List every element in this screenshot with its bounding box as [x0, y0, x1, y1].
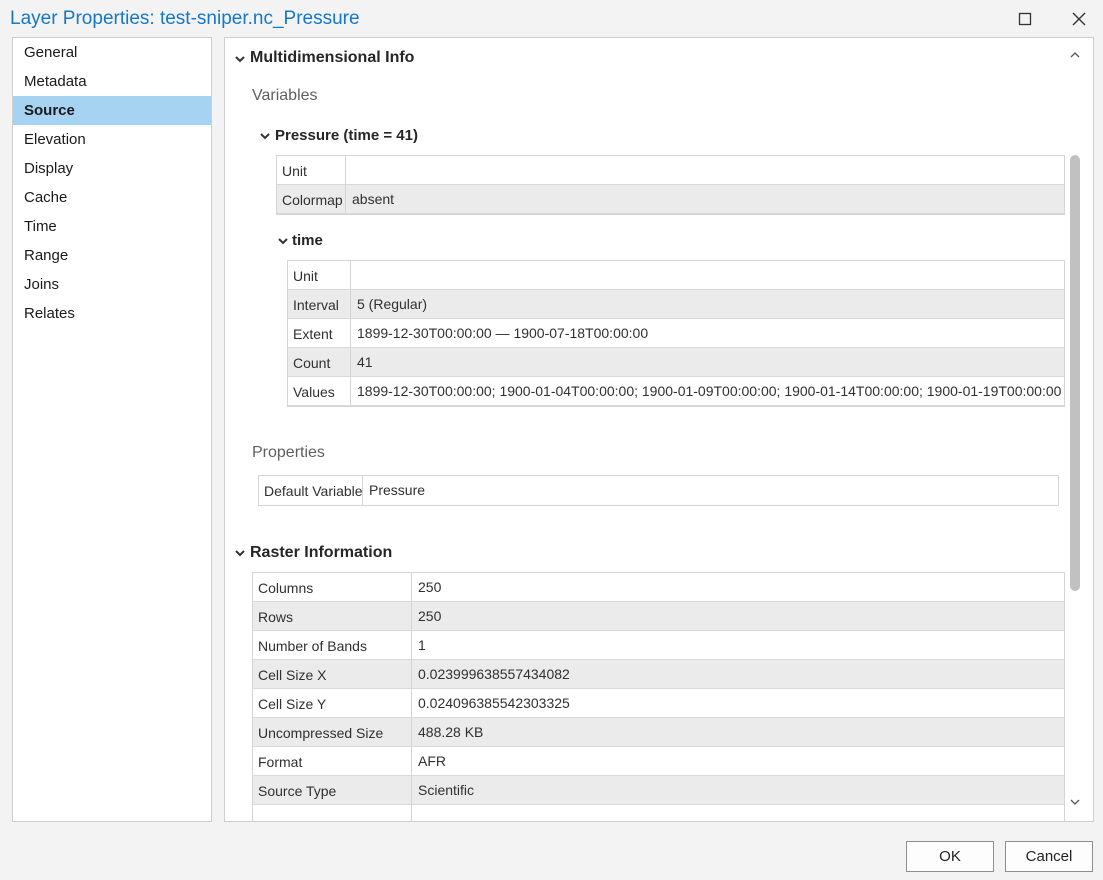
property-value — [346, 156, 1064, 184]
content-panel: Multidimensional Info Variables Pressure… — [224, 37, 1094, 822]
nav-panel: General Metadata Source Elevation Displa… — [12, 37, 212, 822]
maximize-icon — [1018, 12, 1032, 26]
table-row: Default Variable Pressure — [259, 476, 1058, 506]
title-bar: Layer Properties: test-sniper.nc_Pressur… — [0, 0, 1103, 38]
cancel-button[interactable]: Cancel — [1005, 841, 1093, 872]
nav-item-range[interactable]: Range — [13, 241, 211, 270]
property-value: 250 — [418, 608, 442, 624]
property-key: Uncompressed Size — [253, 718, 412, 746]
ok-button[interactable]: OK — [906, 841, 994, 872]
property-value: absent — [352, 191, 395, 207]
chevron-down-icon[interactable] — [259, 131, 271, 141]
property-value: 488.28 KB — [418, 724, 484, 740]
property-key: Unit — [277, 156, 346, 184]
table-row: Source Type Scientific — [253, 776, 1064, 805]
property-value — [351, 261, 1064, 289]
scroll-thumb[interactable] — [1070, 155, 1080, 591]
content-scrollbar[interactable] — [1066, 44, 1084, 816]
properties-table: Default Variable Pressure — [258, 475, 1059, 506]
table-row: Uncompressed Size 488.28 KB — [253, 718, 1064, 747]
property-key: Columns — [253, 573, 412, 601]
table-row: Values 1899-12-30T00:00:00; 1900-01-04T0… — [288, 377, 1064, 406]
property-key: Source Type — [253, 776, 412, 804]
variables-label: Variables — [252, 87, 318, 104]
nav-item-metadata[interactable]: Metadata — [13, 67, 211, 96]
raster-information-header[interactable]: Raster Information — [250, 544, 392, 562]
property-value: 250 — [418, 579, 442, 595]
table-row: Rows 250 — [253, 602, 1064, 631]
table-row: Interval 5 (Regular) — [288, 290, 1064, 319]
chevron-down-icon[interactable] — [277, 236, 289, 246]
table-row — [253, 805, 1064, 821]
table-row: Columns 250 — [253, 573, 1064, 602]
property-value: 5 (Regular) — [357, 296, 428, 312]
table-row: Unit — [277, 156, 1064, 185]
scroll-down-arrow-icon[interactable] — [1069, 797, 1081, 807]
property-key: Count — [288, 348, 351, 376]
property-key: Rows — [253, 602, 412, 630]
property-value: 0.023999638557434082 — [418, 666, 570, 682]
property-value: AFR — [418, 753, 446, 769]
dimension-time-header[interactable]: time — [292, 232, 323, 249]
nav-item-cache[interactable]: Cache — [13, 183, 211, 212]
property-value: 0.024096385542303325 — [418, 695, 570, 711]
property-key: Cell Size X — [253, 660, 412, 688]
property-value: 1899-12-30T00:00:00 — 1900-07-18T00:00:0… — [357, 325, 649, 341]
property-key: Default Variable — [259, 476, 363, 506]
property-key — [253, 805, 412, 821]
chevron-down-icon[interactable] — [234, 54, 246, 64]
nav-item-general[interactable]: General — [13, 38, 211, 67]
scroll-up-arrow-icon[interactable] — [1069, 50, 1081, 60]
dimension-property-table: Unit Interval 5 (Regular) Extent 1899-12… — [287, 260, 1065, 407]
raster-info-table: Columns 250 Rows 250 Number of Bands 1 C… — [252, 572, 1065, 821]
property-value: 41 — [357, 354, 373, 370]
property-key: Colormap — [277, 185, 346, 213]
close-button[interactable] — [1059, 4, 1099, 34]
nav-item-joins[interactable]: Joins — [13, 270, 211, 299]
property-key: Extent — [288, 319, 351, 347]
multidimensional-info-header[interactable]: Multidimensional Info — [250, 49, 414, 67]
property-key: Values — [288, 377, 351, 405]
properties-label: Properties — [252, 444, 325, 461]
table-row: Cell Size X 0.023999638557434082 — [253, 660, 1064, 689]
property-key: Cell Size Y — [253, 689, 412, 717]
property-key: Format — [253, 747, 412, 775]
property-value: 1 — [418, 637, 426, 653]
nav-item-time[interactable]: Time — [13, 212, 211, 241]
table-row: Count 41 — [288, 348, 1064, 377]
table-row: Unit — [288, 261, 1064, 290]
nav-item-display[interactable]: Display — [13, 154, 211, 183]
property-key: Unit — [288, 261, 351, 289]
property-key: Interval — [288, 290, 351, 318]
table-row: Number of Bands 1 — [253, 631, 1064, 660]
chevron-down-icon[interactable] — [234, 548, 246, 558]
nav-item-elevation[interactable]: Elevation — [13, 125, 211, 154]
table-row: Extent 1899-12-30T00:00:00 — 1900-07-18T… — [288, 319, 1064, 348]
variable-pressure-header[interactable]: Pressure (time = 41) — [275, 127, 418, 144]
property-value: 1899-12-30T00:00:00; 1900-01-04T00:00:00… — [357, 383, 1062, 399]
nav-item-relates[interactable]: Relates — [13, 299, 211, 328]
table-row: Colormap absent — [277, 185, 1064, 214]
nav-item-source[interactable]: Source — [13, 96, 211, 125]
property-key: Number of Bands — [253, 631, 412, 659]
property-value: Scientific — [418, 782, 475, 798]
close-icon — [1072, 12, 1086, 26]
window-title: Layer Properties: test-sniper.nc_Pressur… — [10, 8, 360, 29]
maximize-button[interactable] — [1005, 4, 1045, 34]
property-value: Pressure — [369, 482, 426, 498]
table-row: Cell Size Y 0.024096385542303325 — [253, 689, 1064, 718]
table-row: Format AFR — [253, 747, 1064, 776]
variable-property-table: Unit Colormap absent — [276, 155, 1065, 215]
